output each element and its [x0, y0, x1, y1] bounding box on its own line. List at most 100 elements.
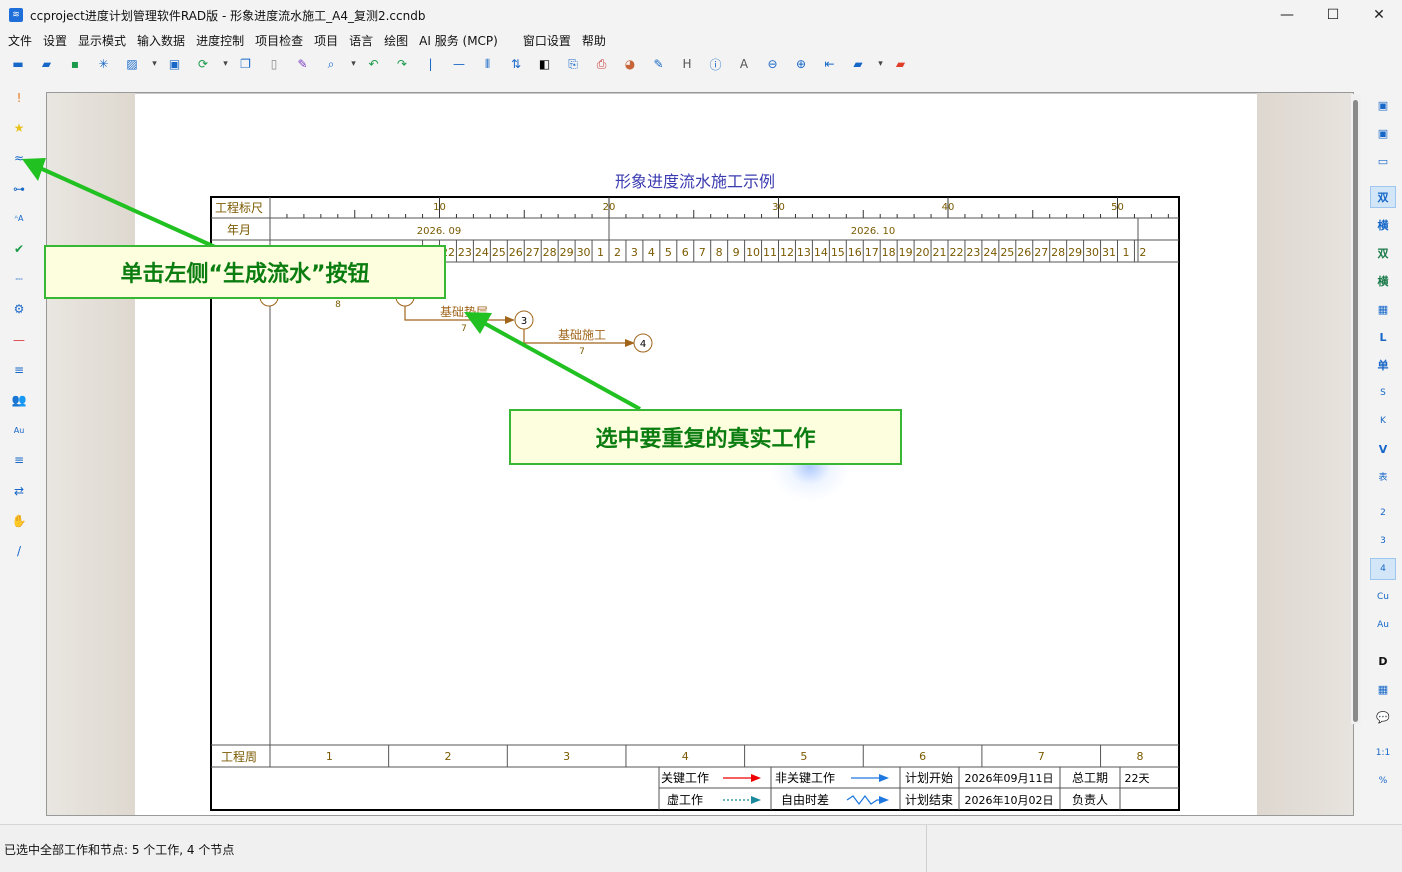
zoom-in-icon[interactable]: ⊕ [790, 53, 812, 75]
red-line-icon[interactable]: — [9, 330, 29, 350]
paste-icon[interactable]: ▯ [263, 53, 285, 75]
panel-bottom-icon[interactable]: ▭ [1370, 150, 1396, 172]
people-icon[interactable]: 👥 [9, 390, 29, 410]
text-icon[interactable]: A [733, 53, 755, 75]
panel-right-icon[interactable]: ▣ [1370, 122, 1396, 144]
comment-icon[interactable]: 💬 [1370, 706, 1396, 728]
l-icon[interactable]: L [1370, 326, 1396, 348]
au-icon[interactable]: Au [1370, 614, 1396, 636]
save-icon[interactable]: ▪ [64, 53, 86, 75]
table-text-icon[interactable]: 表 [1370, 465, 1396, 487]
hand-icon[interactable]: ✋ [9, 511, 29, 531]
generate-flow-icon[interactable]: ≈ [9, 148, 29, 168]
percent-icon[interactable]: % [1370, 770, 1396, 792]
calendar-icon[interactable]: ▦ [1370, 678, 1396, 700]
export-image-icon[interactable]: ▨ [121, 53, 143, 75]
warning-icon[interactable]: ! [9, 88, 29, 108]
menu-item-8[interactable]: 绘图 [380, 32, 415, 49]
minimize-button[interactable]: — [1264, 0, 1310, 30]
dropdown-icon[interactable]: ▾ [876, 53, 886, 75]
open-folder-icon[interactable]: ▰ [36, 53, 58, 75]
redo-icon[interactable]: ↷ [391, 53, 413, 75]
red-folder-icon[interactable]: ▰ [890, 53, 912, 75]
double-code-icon[interactable]: 双 [1370, 186, 1396, 208]
v-icon[interactable]: V [1370, 438, 1396, 460]
line-icon[interactable]: — [448, 53, 470, 75]
copy-icon[interactable]: ❐ [235, 53, 257, 75]
cu-icon[interactable]: Cu [1370, 586, 1396, 608]
folder-icon[interactable]: ▰ [847, 53, 869, 75]
menu-item-11[interactable]: 帮助 [578, 32, 613, 49]
check-icon[interactable]: ✔ [9, 239, 29, 259]
task-name[interactable]: 基础垫层 [440, 304, 488, 319]
arrowhead [505, 316, 515, 324]
s-icon[interactable]: S [1370, 382, 1396, 404]
sort-list-icon[interactable]: ≡ [9, 360, 29, 380]
new-file-icon[interactable]: ▬ [7, 53, 29, 75]
info-icon[interactable]: ⓘ [705, 53, 727, 75]
maximize-button[interactable]: ☐ [1310, 0, 1356, 30]
sort-icon[interactable]: ⇅ [505, 53, 527, 75]
star-icon[interactable]: ★ [9, 118, 29, 138]
swap-icon[interactable]: ⇄ [9, 481, 29, 501]
link-arrow-icon[interactable]: ⊶ [9, 179, 29, 199]
two-icon[interactable]: 2 [1370, 502, 1396, 524]
arrowhead [751, 796, 761, 804]
pencil-icon[interactable]: / [9, 541, 29, 561]
menu-item-1[interactable]: 设置 [39, 32, 74, 49]
columns-icon[interactable]: ⦀ [477, 53, 499, 75]
heading-icon[interactable]: H [676, 53, 698, 75]
separator-icon[interactable]: | [420, 53, 442, 75]
week-label: 5 [800, 750, 807, 763]
callout-left: 单击左侧“生成流水”按钮 [44, 245, 446, 299]
four-icon[interactable]: 4 [1370, 558, 1396, 580]
menu-item-7[interactable]: 语言 [345, 32, 380, 49]
vertical-scrollbar[interactable] [1351, 94, 1361, 724]
scrollbar-thumb[interactable] [1353, 100, 1358, 722]
gear-icon[interactable]: ⚙ [9, 299, 29, 319]
dotted-line-icon[interactable]: ┈ [9, 269, 29, 289]
menu-item-9[interactable]: AI 服务 (MCP) [415, 32, 505, 49]
fit-icon[interactable]: ⇤ [819, 53, 841, 75]
report-icon[interactable]: ⎙ [591, 53, 613, 75]
panel-left-icon[interactable]: ▣ [1370, 94, 1396, 116]
d-icon[interactable]: D [1370, 650, 1396, 672]
search-icon[interactable]: ⌕ [320, 53, 342, 75]
menu-item-2[interactable]: 显示模式 [74, 32, 133, 49]
day-label: 10 [746, 246, 760, 259]
double-green-icon[interactable]: 双 [1370, 242, 1396, 264]
au-icon[interactable]: Au [9, 420, 29, 440]
refresh-icon[interactable]: ⟳ [192, 53, 214, 75]
table-icon[interactable]: ▦ [1370, 298, 1396, 320]
menu-item-3[interactable]: 输入数据 [133, 32, 192, 49]
main-toolbar: ▬ ▰ ▪ ✳ ▨ ▾ ▣ ⟳ ▾ ❐ ▯ ✎ ⌕ ▾ ↶ ↷ | — ⦀ ⇅ ◧ ⎘ ⎙ ◕ ✎ Hⓘ A ⊖ ⊕ ⇤ ▰ ▾ ▰ [0, 52, 1402, 76]
zoom-out-icon[interactable]: ⊖ [762, 53, 784, 75]
three-icon[interactable]: 3 [1370, 530, 1396, 552]
menu-item-5[interactable]: 项目检查 [251, 32, 310, 49]
filter-icon[interactable]: ≡ [9, 450, 29, 470]
ratio-icon[interactable]: 1:1 [1370, 742, 1396, 764]
menu-item-6[interactable]: 项目 [310, 32, 345, 49]
single-icon[interactable]: 单 [1370, 354, 1396, 376]
format-brush-icon[interactable]: ✎ [292, 53, 314, 75]
horizontal-icon[interactable]: 横 [1370, 214, 1396, 236]
asterisk-icon[interactable]: ✳ [93, 53, 115, 75]
task-name[interactable]: 基础施工 [558, 328, 606, 342]
palette-icon[interactable]: ◕ [619, 53, 641, 75]
menu-item-4[interactable]: 进度控制 [192, 32, 251, 49]
horizontal-green-icon[interactable]: 横 [1370, 270, 1396, 292]
print-icon[interactable]: ▣ [164, 53, 186, 75]
k-icon[interactable]: K [1370, 410, 1396, 432]
dropdown-icon[interactable]: ▾ [349, 53, 359, 75]
menu-item-10[interactable]: 窗口设置 [505, 32, 578, 49]
dropdown-icon[interactable]: ▾ [221, 53, 231, 75]
month-label: 2026. 09 [417, 226, 462, 237]
close-button[interactable]: ✕ [1356, 0, 1402, 30]
contrast-icon[interactable]: ◧ [534, 53, 556, 75]
menu-item-0[interactable]: 文件 [4, 32, 39, 49]
paint-icon[interactable]: ⎘ [562, 53, 584, 75]
font-size-icon[interactable]: ᴬA [9, 209, 29, 229]
edit-icon[interactable]: ✎ [648, 53, 670, 75]
undo-icon[interactable]: ↶ [363, 53, 385, 75]
dropdown-icon[interactable]: ▾ [150, 53, 160, 75]
